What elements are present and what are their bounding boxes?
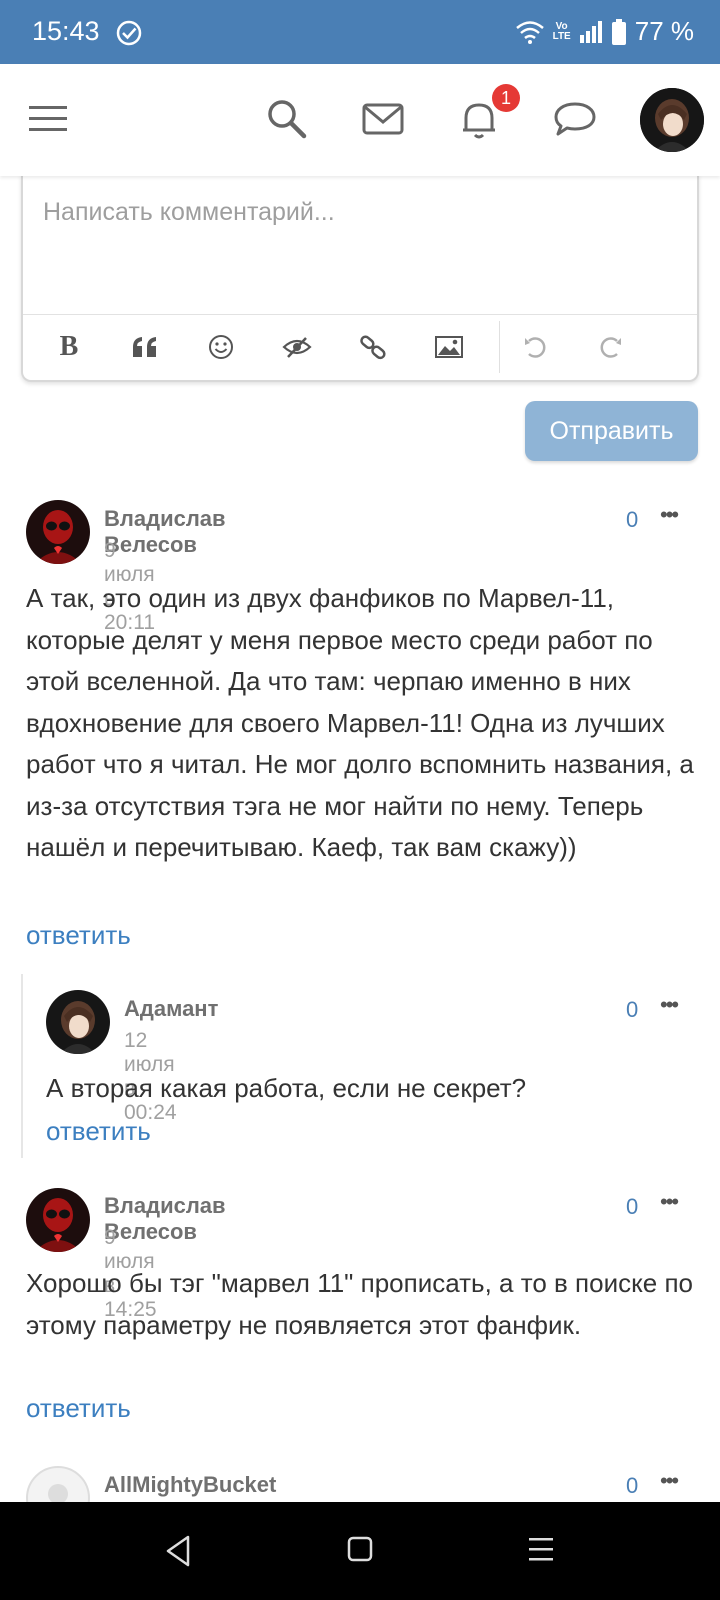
chat-icon[interactable] <box>550 94 600 144</box>
search-icon[interactable] <box>262 94 312 144</box>
undo-icon <box>525 337 546 358</box>
eye-slash-icon <box>282 337 312 358</box>
volte-bottom-label: LTE <box>552 30 571 42</box>
thread-line <box>21 974 23 1158</box>
comment-author[interactable]: Адамант <box>124 996 218 1022</box>
avatar-anime-boy <box>46 990 110 1054</box>
spoiler-button[interactable] <box>279 329 315 365</box>
reply-link[interactable]: ответить <box>26 1393 131 1424</box>
comment-score: 0 <box>626 1194 639 1219</box>
bold-button[interactable]: B <box>51 329 87 365</box>
reply-link[interactable]: ответить <box>46 1116 151 1147</box>
comment-text: Хорошо бы тэг "марвел 11" прописать, а т… <box>26 1268 693 1340</box>
comment-input-placeholder[interactable]: Написать комментарий... <box>43 198 335 227</box>
menu-icon[interactable] <box>24 94 74 144</box>
user-avatar[interactable] <box>640 88 704 152</box>
undo-button[interactable] <box>517 329 553 365</box>
emoji-button[interactable] <box>203 329 239 365</box>
mail-icon[interactable] <box>358 94 408 144</box>
toolbar-separator <box>499 321 500 373</box>
avatar-deadpool <box>26 1188 90 1252</box>
comment-editor[interactable]: Написать комментарий... B <box>21 174 699 382</box>
link-button[interactable] <box>355 329 391 365</box>
status-bar: 15:43 Vo LTE 77 % <box>0 0 720 64</box>
quote-button[interactable] <box>127 329 163 365</box>
app-header <box>0 64 720 176</box>
battery-percent: 77 % <box>634 16 694 46</box>
battery-icon <box>611 18 626 45</box>
comment-more-button[interactable]: ••• <box>660 502 679 528</box>
image-icon <box>435 336 463 358</box>
comment-more-button[interactable]: ••• <box>660 992 679 1018</box>
volte-indicator: Vo LTE <box>552 20 571 42</box>
redo-icon <box>600 337 621 358</box>
editor-toolbar: B <box>23 314 697 380</box>
commenter-avatar[interactable] <box>26 1188 90 1252</box>
wifi-icon <box>515 20 544 44</box>
comment-score: 0 <box>626 1473 639 1498</box>
comment-text: А так, это один из двух фанфиков по Марв… <box>26 583 694 862</box>
recents-icon[interactable] <box>526 1534 556 1564</box>
comment-score: 0 <box>626 997 639 1022</box>
home-icon[interactable] <box>345 1534 375 1564</box>
link-icon <box>360 335 386 360</box>
signal-icon <box>579 20 602 43</box>
volte-top-label: Vo <box>555 20 568 32</box>
reply-link[interactable]: ответить <box>26 920 131 951</box>
comment-more-button[interactable]: ••• <box>660 1189 679 1215</box>
avatar-deadpool <box>26 500 90 564</box>
comment-text: А вторая какая работа, если не секрет? <box>46 1073 527 1103</box>
smile-icon <box>209 335 233 359</box>
bold-icon: B <box>59 331 79 362</box>
comment-author[interactable]: AllMightyBucket <box>104 1472 276 1498</box>
commenter-avatar[interactable] <box>46 990 110 1054</box>
commenter-avatar[interactable] <box>26 500 90 564</box>
system-nav-bar <box>0 1502 720 1600</box>
status-time: 15:43 <box>32 16 100 46</box>
quote-icon <box>133 337 156 357</box>
send-button[interactable]: Отправить <box>525 401 698 461</box>
comment-score: 0 <box>626 507 639 532</box>
comment-more-button[interactable]: ••• <box>660 1468 679 1494</box>
notification-badge: 1 <box>492 84 520 112</box>
redo-button[interactable] <box>593 329 629 365</box>
avatar-anime-boy <box>640 88 704 152</box>
back-icon[interactable] <box>164 1534 194 1568</box>
check-circle-icon <box>116 20 142 46</box>
image-button[interactable] <box>431 329 467 365</box>
